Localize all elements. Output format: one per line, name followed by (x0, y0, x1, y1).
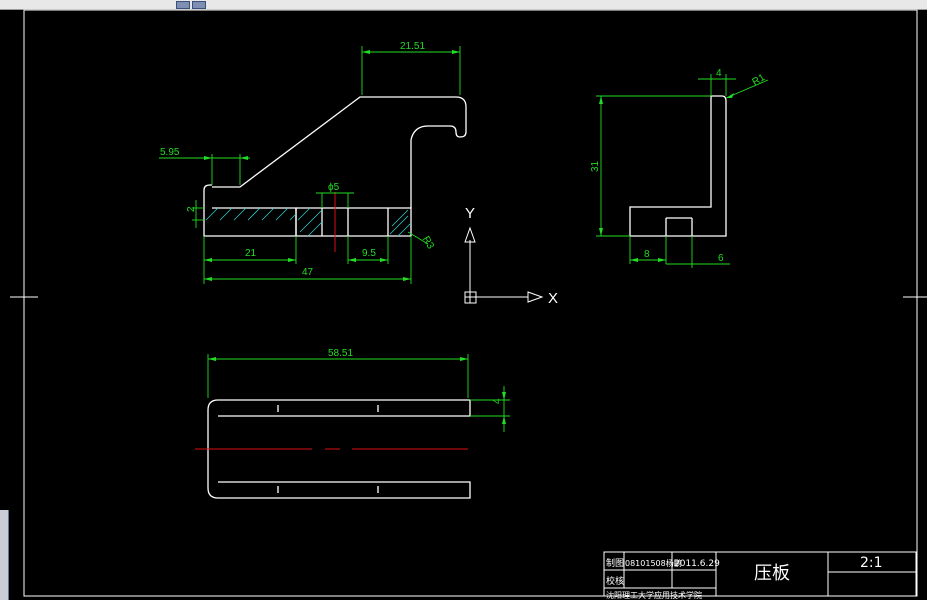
ucs-x-label: X (548, 290, 558, 307)
side-view-outline (629, 95, 727, 237)
dim-thickness: 2 (186, 206, 197, 212)
dim-length-left: 21 (245, 248, 257, 259)
ucs-y-label: Y (465, 205, 475, 222)
dim-top-slot: 4 (492, 398, 503, 404)
dim-side-radius: R1 (751, 72, 768, 88)
title-row3-text: 沈阳理工大学应用技术学院 (606, 590, 702, 600)
dim-side-bottom-right: 6 (718, 253, 724, 264)
dim-side-bottom-left: 8 (644, 249, 650, 260)
dim-side-top: 4 (716, 68, 722, 79)
title-row1-label: 制图 (606, 557, 624, 569)
dim-radius-right: R3 (420, 235, 436, 252)
dim-total-length: 47 (302, 267, 314, 278)
dim-flange: 5.95 (160, 147, 180, 158)
dim-side-height: 31 (590, 160, 601, 172)
dim-hole-diameter: ϕ5 (328, 182, 340, 193)
front-view-dimensions (159, 46, 461, 284)
title-scale: 2:1 (860, 555, 883, 571)
title-row1-date: 2011.6.29 (674, 559, 720, 569)
cad-drawing-canvas[interactable]: 21.51 5.95 2 ϕ5 R3 21 9.5 47 4 R1 31 8 6 (0, 0, 927, 600)
side-view-dimensions (596, 74, 769, 268)
top-view-dimensions (207, 354, 510, 432)
top-view-arrows (208, 357, 506, 424)
dim-length-right: 9.5 (362, 248, 376, 259)
title-part-name: 压板 (754, 563, 790, 584)
side-panel-strip[interactable] (0, 510, 9, 600)
front-view-hatch (205, 207, 412, 237)
dim-top-length: 58.51 (328, 348, 353, 359)
dim-width-top: 21.51 (400, 41, 425, 52)
front-view-arrows (204, 50, 460, 281)
title-row2-label: 校核 (606, 575, 624, 587)
ucs-icon (464, 226, 544, 304)
